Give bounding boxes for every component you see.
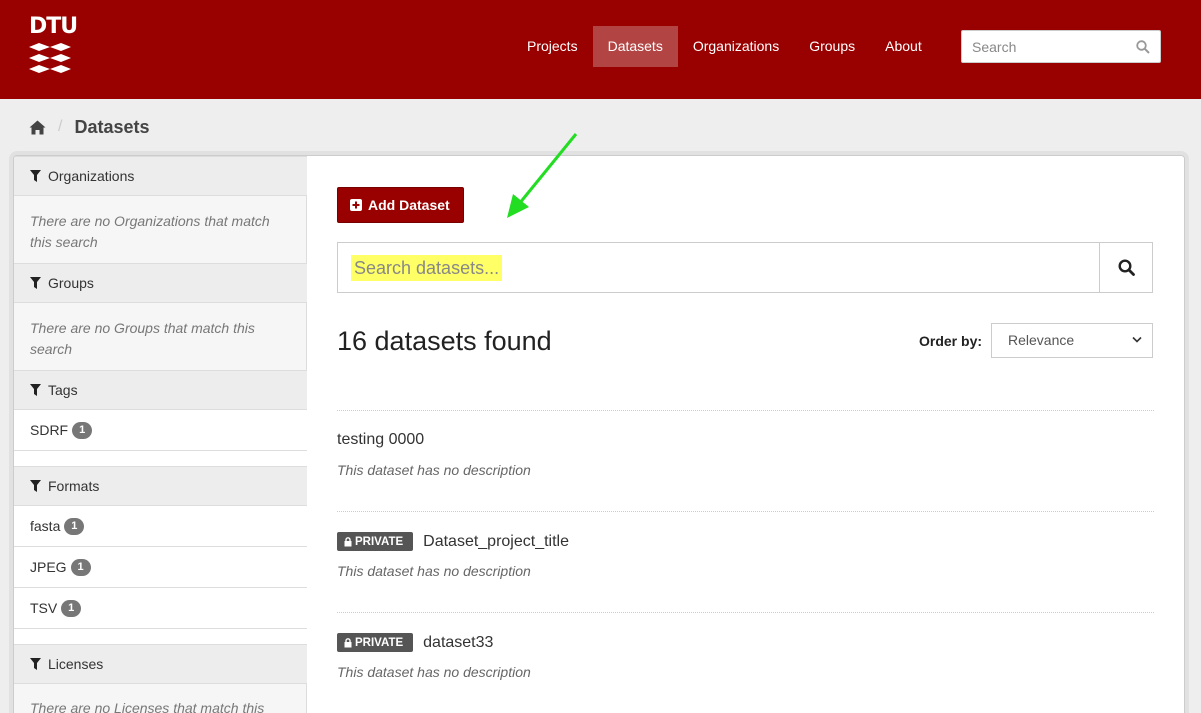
add-dataset-button[interactable]: Add Dataset [337, 187, 464, 223]
nav-projects[interactable]: Projects [512, 26, 593, 67]
add-dataset-label: Add Dataset [368, 197, 450, 213]
facet-item-format[interactable]: fasta 1 [14, 506, 307, 547]
breadcrumb: / Datasets [29, 116, 150, 138]
facet-empty-text: There are no Organizations that match th… [30, 213, 270, 250]
facet-spacer [14, 629, 307, 644]
dtu-logo[interactable]: DTU [29, 14, 78, 78]
facet-title: Licenses [48, 656, 104, 672]
facet-tags-header: Tags [14, 370, 307, 410]
filter-icon [30, 658, 41, 670]
facet-title: Groups [48, 275, 94, 291]
lock-icon [344, 536, 352, 546]
count-badge: 1 [64, 517, 85, 535]
count-badge: 1 [72, 421, 93, 439]
order-by-select[interactable]: Relevance [991, 323, 1153, 358]
dataset-item: testing 0000 This dataset has no descrip… [337, 410, 1154, 511]
facet-item-label: TSV [30, 600, 58, 616]
main-nav: Projects Datasets Organizations Groups A… [512, 26, 937, 67]
order-by-label: Order by: [919, 333, 983, 349]
dataset-item: PRIVATE dataset33 This dataset has no de… [337, 612, 1154, 713]
dataset-title-row: testing 0000 [337, 431, 424, 449]
nav-groups[interactable]: Groups [794, 26, 870, 67]
nav-datasets[interactable]: Datasets [592, 26, 678, 67]
home-icon[interactable] [29, 120, 46, 135]
facet-item-format[interactable]: JPEG 1 [14, 547, 307, 588]
filter-icon [30, 384, 41, 396]
facet-groups-header: Groups [14, 263, 307, 303]
dataset-search-input[interactable] [338, 243, 1100, 292]
facet-spacer [14, 451, 307, 466]
private-badge-label: PRIVATE [355, 636, 404, 649]
dataset-title[interactable]: testing 0000 [337, 431, 424, 449]
facet-item-format[interactable]: TSV 1 [14, 588, 307, 629]
breadcrumb-separator: / [58, 118, 63, 135]
facet-title: Formats [48, 478, 100, 494]
results-count: 16 datasets found [337, 326, 552, 356]
dataset-title-row: PRIVATE Dataset_project_title [337, 532, 569, 551]
facet-title: Tags [48, 382, 78, 398]
count-badge: 1 [61, 599, 82, 617]
dataset-description: This dataset has no description [337, 664, 531, 680]
private-badge: PRIVATE [337, 633, 414, 652]
filter-icon [30, 277, 41, 289]
header-search-input[interactable] [962, 31, 1132, 62]
dataset-search: Search datasets... [337, 242, 1153, 293]
facet-licenses-header: Licenses [14, 644, 307, 684]
search-icon[interactable] [1136, 40, 1150, 54]
dataset-title-row: PRIVATE dataset33 [337, 633, 493, 652]
filter-icon [30, 170, 41, 182]
facet-formats-header: Formats [14, 466, 307, 506]
header-search [961, 30, 1161, 63]
masthead: DTU Projects Datasets Organizations Grou… [0, 0, 1201, 99]
search-submit-button[interactable] [1099, 243, 1152, 292]
count-badge: 1 [70, 558, 91, 576]
content-wrapper: Organizations There are no Organizations… [13, 155, 1185, 713]
breadcrumb-current[interactable]: Datasets [74, 117, 149, 138]
plus-square-icon [350, 199, 362, 211]
dataset-title[interactable]: dataset33 [423, 634, 493, 652]
facet-item-label: SDRF [30, 422, 69, 438]
filter-icon [30, 480, 41, 492]
dataset-title[interactable]: Dataset_project_title [423, 533, 569, 551]
main-content: Add Dataset Search datasets... 16 datase… [307, 156, 1184, 713]
facet-organizations-header: Organizations [14, 156, 307, 196]
facet-empty-text: There are no Groups that match this sear… [30, 320, 255, 357]
dataset-search-field: Search datasets... [338, 243, 1100, 292]
order-by-value: Relevance [1008, 332, 1075, 348]
dataset-item: PRIVATE Dataset_project_title This datas… [337, 511, 1154, 612]
private-badge: PRIVATE [337, 532, 414, 551]
logo-text: DTU [29, 14, 78, 39]
nav-organizations[interactable]: Organizations [678, 26, 794, 67]
sidebar: Organizations There are no Organizations… [14, 156, 307, 713]
dataset-description: This dataset has no description [337, 462, 531, 478]
private-badge-label: PRIVATE [355, 535, 404, 548]
facet-item-tag[interactable]: SDRF 1 [14, 410, 307, 451]
lock-icon [344, 637, 352, 647]
dataset-description: This dataset has no description [337, 563, 531, 579]
facet-item-label: fasta [30, 518, 61, 534]
chevron-down-icon [1132, 336, 1142, 343]
logo-waves-icon [29, 43, 71, 73]
facet-item-label: JPEG [30, 559, 67, 575]
nav-about[interactable]: About [870, 26, 937, 67]
facet-title: Organizations [48, 168, 135, 184]
facet-empty-text: There are no Licenses that match this se… [30, 700, 265, 713]
search-icon [1117, 259, 1135, 276]
